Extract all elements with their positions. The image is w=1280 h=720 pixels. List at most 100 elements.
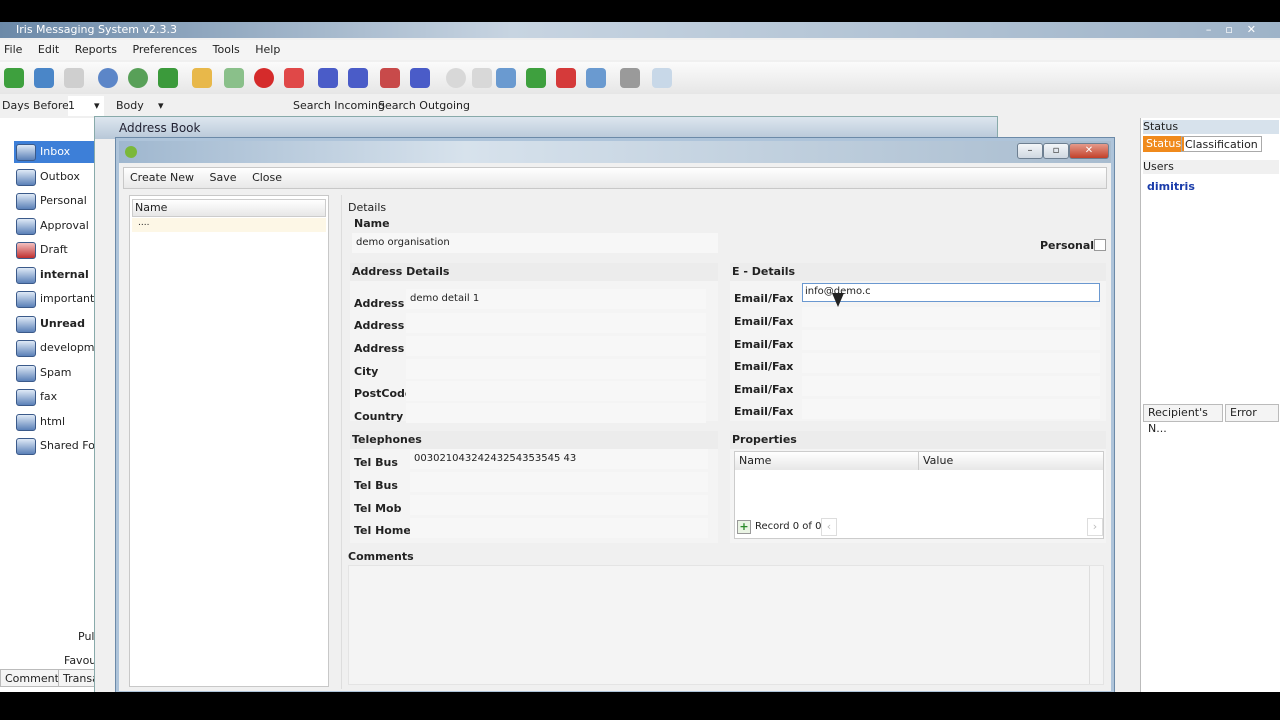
chevron-down-icon[interactable]: ▾ (158, 96, 164, 116)
help-icon[interactable] (652, 68, 672, 88)
email-fax-field[interactable] (802, 376, 1100, 396)
menu-help[interactable]: Help (255, 43, 280, 56)
tel-bus-field[interactable]: 00302104324243254353545 43 (410, 449, 708, 469)
filter-remove-icon[interactable] (380, 68, 400, 88)
country-field[interactable] (406, 403, 706, 423)
prop-value-header[interactable]: Value (919, 452, 1103, 470)
folder-icon (16, 218, 36, 235)
nav-item-draft[interactable]: Draft (14, 239, 96, 261)
name-label: Name (354, 217, 390, 230)
tab-classification[interactable]: Classification (1181, 136, 1262, 152)
download-icon[interactable] (496, 68, 516, 88)
nav-bottom-label[interactable]: Favou (64, 654, 96, 667)
clock-icon[interactable] (446, 68, 466, 88)
personal-checkbox[interactable] (1094, 239, 1106, 251)
email-fax-field[interactable] (802, 307, 1100, 327)
list-item[interactable]: .... (132, 218, 326, 232)
chevron-down-icon[interactable]: ▾ (94, 96, 100, 116)
archive-icon[interactable] (224, 68, 244, 88)
chevron-right-icon[interactable]: › (1087, 518, 1103, 536)
nav-item-inbox[interactable]: Inbox (14, 141, 96, 163)
mail-icon[interactable] (192, 68, 212, 88)
maximize-icon[interactable]: ▫ (1043, 143, 1069, 159)
nav-item-personal[interactable]: Personal (14, 190, 96, 212)
prop-name-header[interactable]: Name (735, 452, 919, 470)
folders-icon[interactable] (586, 68, 606, 88)
add-record-icon[interactable]: + (737, 520, 751, 534)
tel-home-field[interactable] (410, 518, 708, 538)
nav-label: internal (40, 268, 89, 281)
chevron-left-icon[interactable]: ‹ (821, 518, 837, 536)
recipient-col-header[interactable]: Recipient's N... (1143, 404, 1223, 435)
nav-item-approval[interactable]: Approval (14, 215, 96, 237)
error-col-header[interactable]: Error (1225, 404, 1279, 422)
warning-icon[interactable] (284, 68, 304, 88)
stop-icon[interactable] (254, 68, 274, 88)
nav-item-unread[interactable]: Unread (14, 313, 96, 335)
nav-label: fax (40, 390, 58, 403)
close-button[interactable]: Close (246, 168, 288, 188)
minimize-icon[interactable]: – (1017, 143, 1043, 159)
user-item[interactable]: dimitris (1147, 180, 1195, 193)
forward-icon[interactable] (158, 68, 178, 88)
folder-icon (16, 193, 36, 210)
email-fax-field[interactable]: info@demo.c (802, 283, 1100, 302)
body-select[interactable]: Body (116, 96, 144, 116)
name-field[interactable]: demo organisation (352, 233, 718, 253)
nav-item-fax[interactable]: fax (14, 386, 96, 408)
address-field[interactable] (406, 336, 706, 356)
nav-item-html[interactable]: html (14, 411, 96, 433)
create-new-button[interactable]: Create New (124, 168, 200, 188)
city-field[interactable] (406, 359, 706, 379)
save-button[interactable]: Save (204, 168, 243, 188)
nav-label: Draft (40, 243, 68, 256)
filter-icon[interactable] (318, 68, 338, 88)
postcode-field[interactable] (406, 381, 706, 401)
search-outgoing-button[interactable]: Search Outgoing (378, 96, 470, 116)
tab-status[interactable]: Status (1143, 136, 1185, 152)
print-icon[interactable] (620, 68, 640, 88)
folder-red-icon[interactable] (556, 68, 576, 88)
contacts-icon[interactable] (128, 68, 148, 88)
email-fax-field[interactable] (802, 330, 1100, 350)
nav-item-internal[interactable]: internal (14, 264, 96, 286)
nav-bottom-label[interactable]: Pul (78, 630, 94, 643)
nav-item-outbox[interactable]: Outbox (14, 166, 96, 188)
comments-label: Comments (348, 550, 414, 563)
edit-icon[interactable] (64, 68, 84, 88)
nav-item-shared-folders[interactable]: Shared Fol (14, 435, 96, 457)
address-field[interactable]: demo detail 1 (406, 289, 706, 309)
nav-item-development[interactable]: developme (14, 337, 96, 359)
email-fax-field[interactable] (802, 353, 1100, 373)
scrollbar[interactable] (1089, 566, 1103, 684)
menu-tools[interactable]: Tools (213, 43, 240, 56)
tel-bus-field[interactable] (410, 472, 708, 492)
telephones-group-header: Telephones (350, 431, 718, 449)
filter-edit-icon[interactable] (410, 68, 430, 88)
search-incoming-button[interactable]: Search Incoming (293, 96, 385, 116)
contact-icon[interactable] (98, 68, 118, 88)
close-icon[interactable]: ✕ (1069, 143, 1109, 159)
email-fax-label: Email/Fax (734, 292, 794, 305)
filter-add-icon[interactable] (348, 68, 368, 88)
list-name-header[interactable]: Name (132, 199, 326, 217)
comments-textarea[interactable] (348, 565, 1104, 685)
address-field[interactable] (406, 313, 706, 333)
email-fax-field[interactable] (802, 399, 1100, 419)
menu-edit[interactable]: Edit (38, 43, 59, 56)
menu-file[interactable]: File (4, 43, 22, 56)
users-header: Users (1143, 160, 1279, 174)
nav-label: Personal (40, 194, 87, 207)
app-window-controls[interactable]: –▫✕ (1206, 22, 1270, 38)
folder-green-icon[interactable] (526, 68, 546, 88)
menu-reports[interactable]: Reports (75, 43, 117, 56)
nav-item-spam[interactable]: Spam (14, 362, 96, 384)
new-message-icon[interactable] (4, 68, 24, 88)
address-label: Address (354, 319, 405, 332)
menu-preferences[interactable]: Preferences (132, 43, 197, 56)
send-receive-icon[interactable] (34, 68, 54, 88)
nav-item-important[interactable]: important (14, 288, 96, 310)
options-bar: Days Before: 1 ▾ Body ▾ Search Incoming … (0, 96, 1280, 116)
search-icon[interactable] (472, 68, 492, 88)
tel-mob-field[interactable] (410, 495, 708, 515)
